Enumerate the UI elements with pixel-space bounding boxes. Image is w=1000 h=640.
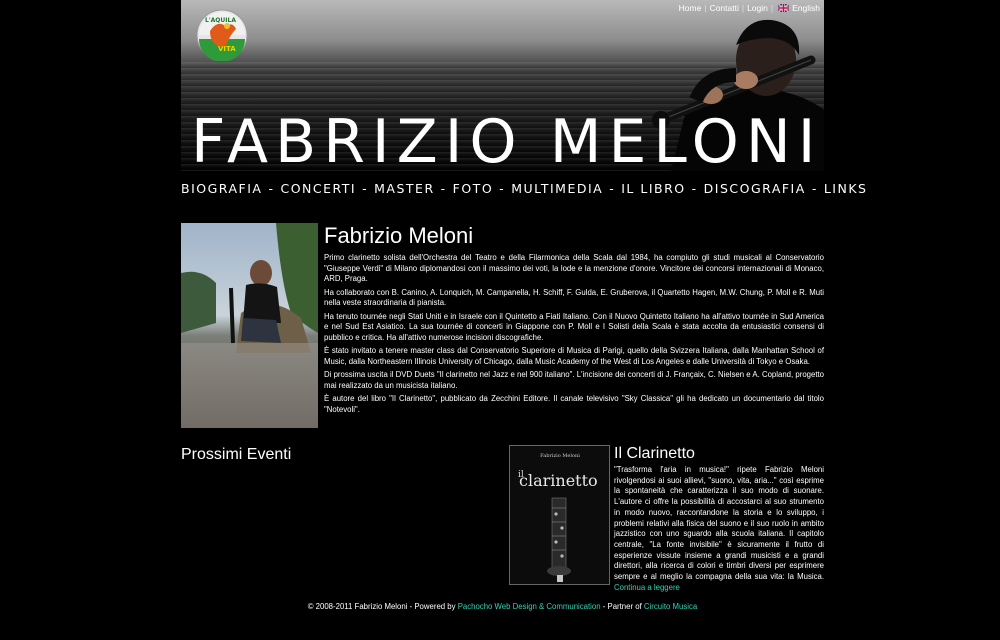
- book-cover-author: Fabrizio Meloni: [540, 453, 580, 459]
- english-link[interactable]: English: [792, 3, 820, 13]
- nav-multimedia[interactable]: MULTIMEDIA: [511, 181, 603, 196]
- book-text: "Trasforma l'aria in musica!" ripete Fab…: [614, 465, 824, 582]
- footer-partner-link[interactable]: Circuito Musica: [644, 602, 697, 611]
- bio-paragraph: Ha tenuto tournée negli Stati Uniti e in…: [324, 311, 824, 342]
- nav-foto[interactable]: FOTO: [453, 181, 494, 196]
- svg-text:VITA: VITA: [218, 45, 236, 53]
- footer-partner-text: - Partner of: [602, 602, 642, 611]
- bio-paragraph: Ha collaborato con B. Canino, A. Lonquic…: [324, 287, 824, 308]
- page-wrapper: L'AQUILA VITA Home | Contatti | Login | …: [181, 0, 866, 640]
- book-cover[interactable]: Fabrizio Meloni il clarinetto: [509, 445, 610, 585]
- bio-photo: [181, 223, 318, 428]
- aquila-per-la-vita-logo[interactable]: L'AQUILA VITA: [196, 9, 248, 61]
- main-nav: BIOGRAFIA - CONCERTI - MASTER - FOTO - M…: [181, 179, 866, 197]
- events-title: Prossimi Eventi: [181, 446, 292, 463]
- nav-separator: -: [268, 180, 275, 196]
- bio-paragraph: Di prossima uscita il DVD Duets "Il clar…: [324, 370, 824, 390]
- site-title: FABRIZIO MELONI: [191, 107, 823, 171]
- bio-paragraph: Primo clarinetto solista dell'Orchestra …: [324, 253, 824, 283]
- nav-separator: -: [362, 180, 369, 196]
- nav-links[interactable]: LINKS: [824, 181, 868, 196]
- book-cover-art: Fabrizio Meloni il clarinetto: [510, 446, 609, 584]
- nav-il-libro[interactable]: IL LIBRO: [621, 181, 685, 196]
- home-link[interactable]: Home: [679, 3, 702, 13]
- nav-separator: -: [499, 180, 506, 196]
- svg-text:L'AQUILA: L'AQUILA: [205, 17, 236, 24]
- nav-master[interactable]: MASTER: [374, 181, 435, 196]
- continue-reading-link[interactable]: Continua a leggere: [614, 583, 680, 592]
- login-link[interactable]: Login: [747, 3, 768, 13]
- footer: © 2008-2011 Fabrizio Meloni - Powered by…: [181, 602, 824, 611]
- bio-paragraph: È stato invitato a tenere master class d…: [324, 346, 824, 366]
- nav-biografia[interactable]: BIOGRAFIA: [181, 181, 262, 196]
- bio-section: Fabrizio Meloni Primo clarinetto solista…: [324, 223, 824, 418]
- bio-title: Fabrizio Meloni: [324, 223, 474, 248]
- top-links: Home | Contatti | Login | English: [678, 3, 820, 13]
- uk-flag-icon[interactable]: [778, 4, 790, 12]
- nav-separator: -: [440, 180, 447, 196]
- nav-separator: -: [609, 180, 616, 196]
- footer-powered-link[interactable]: Pachocho Web Design & Communication: [458, 602, 601, 611]
- nav-concerti[interactable]: CONCERTI: [280, 181, 356, 196]
- nav-separator: -: [811, 180, 818, 196]
- footer-copyright: © 2008-2011 Fabrizio Meloni - Powered by: [307, 602, 456, 611]
- book-section: Il Clarinetto "Trasforma l'aria in music…: [614, 445, 824, 593]
- bio-paragraph: È autore del libro "Il Clarinetto", pubb…: [324, 394, 824, 414]
- book-cover-title: clarinetto: [519, 471, 598, 490]
- nav-discografia[interactable]: DISCOGRAFIA: [704, 181, 806, 196]
- contatti-link[interactable]: Contatti: [710, 3, 739, 13]
- book-description: "Trasforma l'aria in musica!" ripete Fab…: [614, 465, 824, 593]
- header-banner: L'AQUILA VITA Home | Contatti | Login | …: [181, 0, 824, 171]
- book-title: Il Clarinetto: [614, 445, 695, 462]
- nav-separator: -: [691, 180, 698, 196]
